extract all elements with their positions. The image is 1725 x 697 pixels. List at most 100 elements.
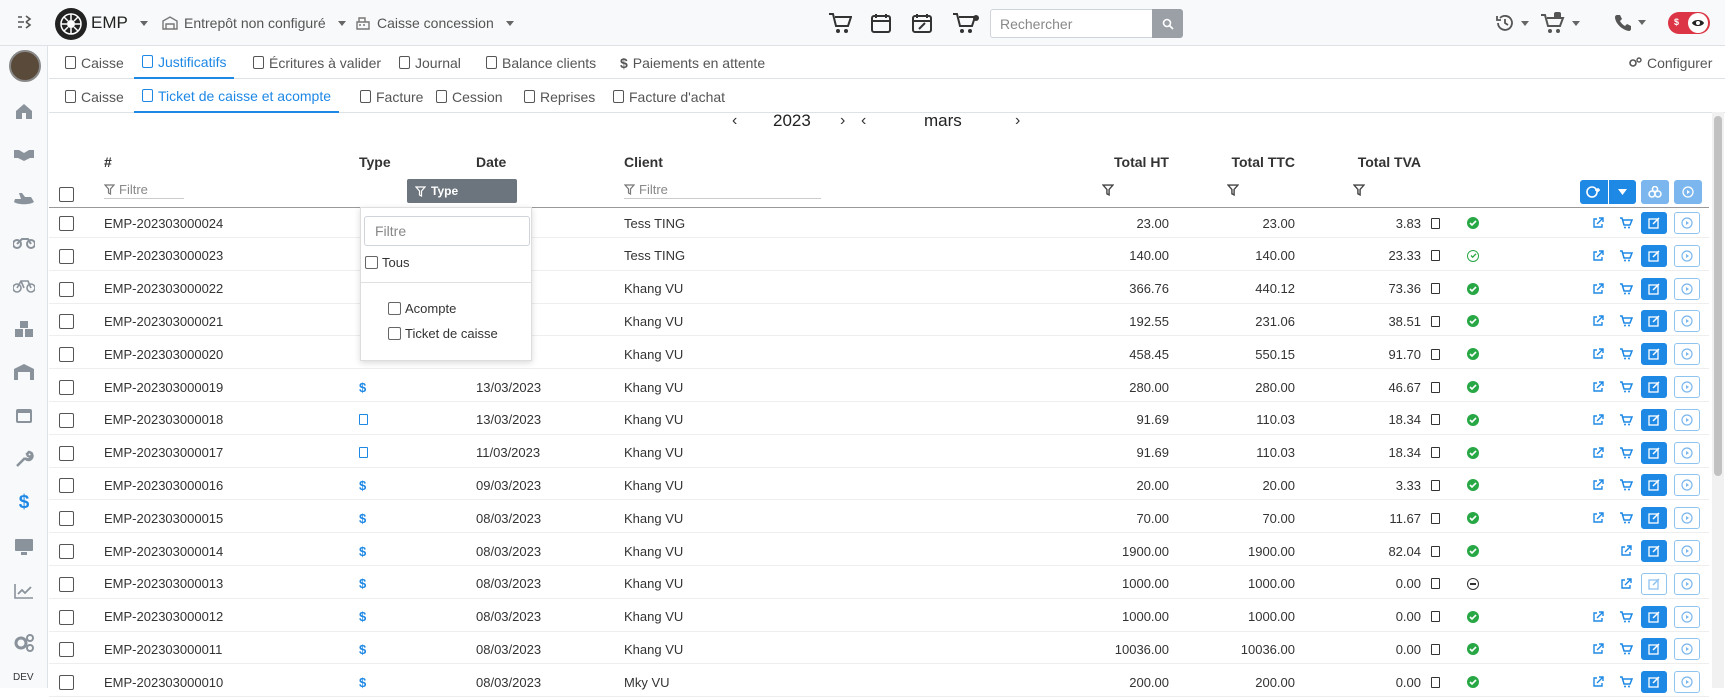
table-row[interactable]: EMP-202303000013 $08/03/2023 Khang VU 1000.… <box>49 569 1709 599</box>
open-icon[interactable] <box>1585 638 1611 660</box>
play-button[interactable] <box>1674 474 1700 497</box>
row-checkbox[interactable] <box>59 347 74 363</box>
table-row[interactable]: EMP-202303000022 Khang VU 366.76 440.12 73.3… <box>49 274 1709 304</box>
table-row[interactable]: EMP-202303000018 13/03/2023 Khang VU 91.69 1… <box>49 405 1709 435</box>
edit-button[interactable] <box>1641 572 1667 595</box>
open-icon[interactable] <box>1585 507 1611 529</box>
client-filter[interactable]: Filtre <box>624 181 821 199</box>
table-row[interactable]: EMP-202303000021 Khang VU 192.55 231.06 38.5… <box>49 306 1709 337</box>
acompte-checkbox[interactable] <box>388 302 401 315</box>
table-row[interactable]: EMP-202303000015 $08/03/2023 Khang VU 70.00… <box>49 503 1709 534</box>
tab-caisse[interactable]: Caisse <box>57 46 132 79</box>
row-checkbox[interactable] <box>59 314 74 330</box>
row-client[interactable]: Khang VU <box>624 274 683 304</box>
home-icon[interactable] <box>13 100 35 122</box>
row-checkbox[interactable] <box>59 445 74 461</box>
jetski-icon[interactable] <box>13 187 35 209</box>
subtab-caisse[interactable]: Caisse <box>57 80 132 113</box>
tax-doc-icon[interactable] <box>1431 470 1440 500</box>
row-client[interactable]: Khang VU <box>624 438 683 468</box>
play-button[interactable] <box>1674 572 1700 595</box>
edit-button[interactable] <box>1641 244 1667 267</box>
open-icon[interactable] <box>1585 343 1611 365</box>
tab-journal[interactable]: Journal <box>391 46 469 79</box>
vertical-scrollbar[interactable] <box>1712 112 1724 688</box>
cart-moto-icon[interactable] <box>952 12 980 37</box>
month-next-button[interactable]: › <box>1015 112 1020 130</box>
tab-balance[interactable]: Balance clients <box>478 46 604 79</box>
total-ht-filter-icon[interactable] <box>1101 184 1115 199</box>
row-number[interactable]: EMP-202303000016 <box>104 470 223 500</box>
handshake-icon[interactable] <box>13 143 35 165</box>
table-row[interactable]: EMP-202303000010 $08/03/2023 Mky VU 200.00 2… <box>49 667 1709 697</box>
open-icon[interactable] <box>1585 442 1611 464</box>
monitor-icon[interactable] <box>13 536 35 558</box>
row-number[interactable]: EMP-202303000012 <box>104 602 223 632</box>
row-number[interactable]: EMP-202303000014 <box>104 536 223 566</box>
tab-paiements[interactable]: $ Paiements en attente <box>612 46 773 79</box>
col-type[interactable]: Type <box>359 154 391 170</box>
table-row[interactable]: EMP-202303000017 11/03/2023 Khang VU 91.69 1… <box>49 438 1709 468</box>
tax-doc-icon[interactable] <box>1431 667 1440 697</box>
cart-icon[interactable] <box>1613 310 1639 332</box>
year-next-button[interactable]: › <box>840 112 845 130</box>
row-checkbox[interactable] <box>59 511 74 527</box>
edit-button[interactable] <box>1641 310 1667 333</box>
row-client[interactable]: Khang VU <box>624 602 683 632</box>
cart-icon[interactable] <box>1613 507 1639 529</box>
type-all-checkbox[interactable] <box>365 256 378 269</box>
play-button[interactable] <box>1674 408 1700 431</box>
play-button[interactable] <box>1674 343 1700 366</box>
row-number[interactable]: EMP-202303000022 <box>104 274 223 304</box>
number-filter[interactable]: Filtre <box>104 181 184 199</box>
play-button[interactable] <box>1674 212 1700 234</box>
merge-button[interactable] <box>1641 180 1669 204</box>
cart-icon[interactable] <box>1613 409 1639 431</box>
open-icon[interactable] <box>1585 310 1611 332</box>
subtab-facture-achat[interactable]: Facture d'achat <box>605 80 733 113</box>
motorbike-icon[interactable] <box>13 230 35 252</box>
open-icon[interactable] <box>1585 245 1611 267</box>
tax-doc-icon[interactable] <box>1431 306 1440 336</box>
play-button[interactable] <box>1674 507 1700 530</box>
row-number[interactable]: EMP-202303000010 <box>104 667 223 697</box>
cart-icon[interactable] <box>1613 474 1639 496</box>
row-client[interactable]: Khang VU <box>624 634 683 664</box>
type-popup-search[interactable] <box>364 216 530 246</box>
open-icon[interactable] <box>1613 540 1639 562</box>
row-number[interactable]: EMP-202303000019 <box>104 372 223 402</box>
tax-doc-icon[interactable] <box>1431 536 1440 566</box>
play-button[interactable] <box>1674 671 1700 694</box>
open-icon[interactable] <box>1585 212 1611 234</box>
ticket-checkbox[interactable] <box>388 327 401 340</box>
row-client[interactable]: Mky VU <box>624 667 670 697</box>
edit-button[interactable] <box>1641 671 1667 694</box>
row-checkbox[interactable] <box>59 380 74 395</box>
scrollbar-thumb[interactable] <box>1714 116 1722 476</box>
bulk-action-button[interactable] <box>1580 180 1608 204</box>
row-checkbox[interactable] <box>59 412 74 428</box>
warehouse-selector[interactable]: Entrepôt non configuré <box>162 0 346 46</box>
total-tva-filter-icon[interactable] <box>1352 184 1366 199</box>
play-button[interactable] <box>1674 310 1700 333</box>
user-avatar[interactable] <box>9 50 41 82</box>
calendar-bike-icon[interactable] <box>870 12 892 37</box>
table-row[interactable]: EMP-202303000020 Khang VU 458.45 550.15 91.7… <box>49 339 1709 370</box>
cart-icon[interactable] <box>1613 212 1639 234</box>
row-number[interactable]: EMP-202303000021 <box>104 306 223 336</box>
month-prev-button[interactable]: ‹ <box>861 112 866 130</box>
row-client[interactable]: Khang VU <box>624 470 683 500</box>
bicycle-icon[interactable] <box>13 274 35 296</box>
play-button[interactable] <box>1674 376 1700 398</box>
tax-doc-icon[interactable] <box>1431 602 1440 632</box>
edit-button[interactable] <box>1641 343 1667 366</box>
cart-icon[interactable] <box>1613 606 1639 628</box>
type-option-ticket[interactable]: Ticket de caisse <box>388 326 498 341</box>
row-checkbox[interactable] <box>59 609 74 625</box>
cart-icon[interactable] <box>1613 638 1639 660</box>
chart-icon[interactable] <box>13 580 35 602</box>
open-icon[interactable] <box>1613 573 1639 595</box>
configure-button[interactable]: Configurer <box>1620 46 1720 79</box>
table-row[interactable]: EMP-202303000014 $08/03/2023 Khang VU 1900.… <box>49 536 1709 566</box>
tax-doc-icon[interactable] <box>1431 438 1440 468</box>
